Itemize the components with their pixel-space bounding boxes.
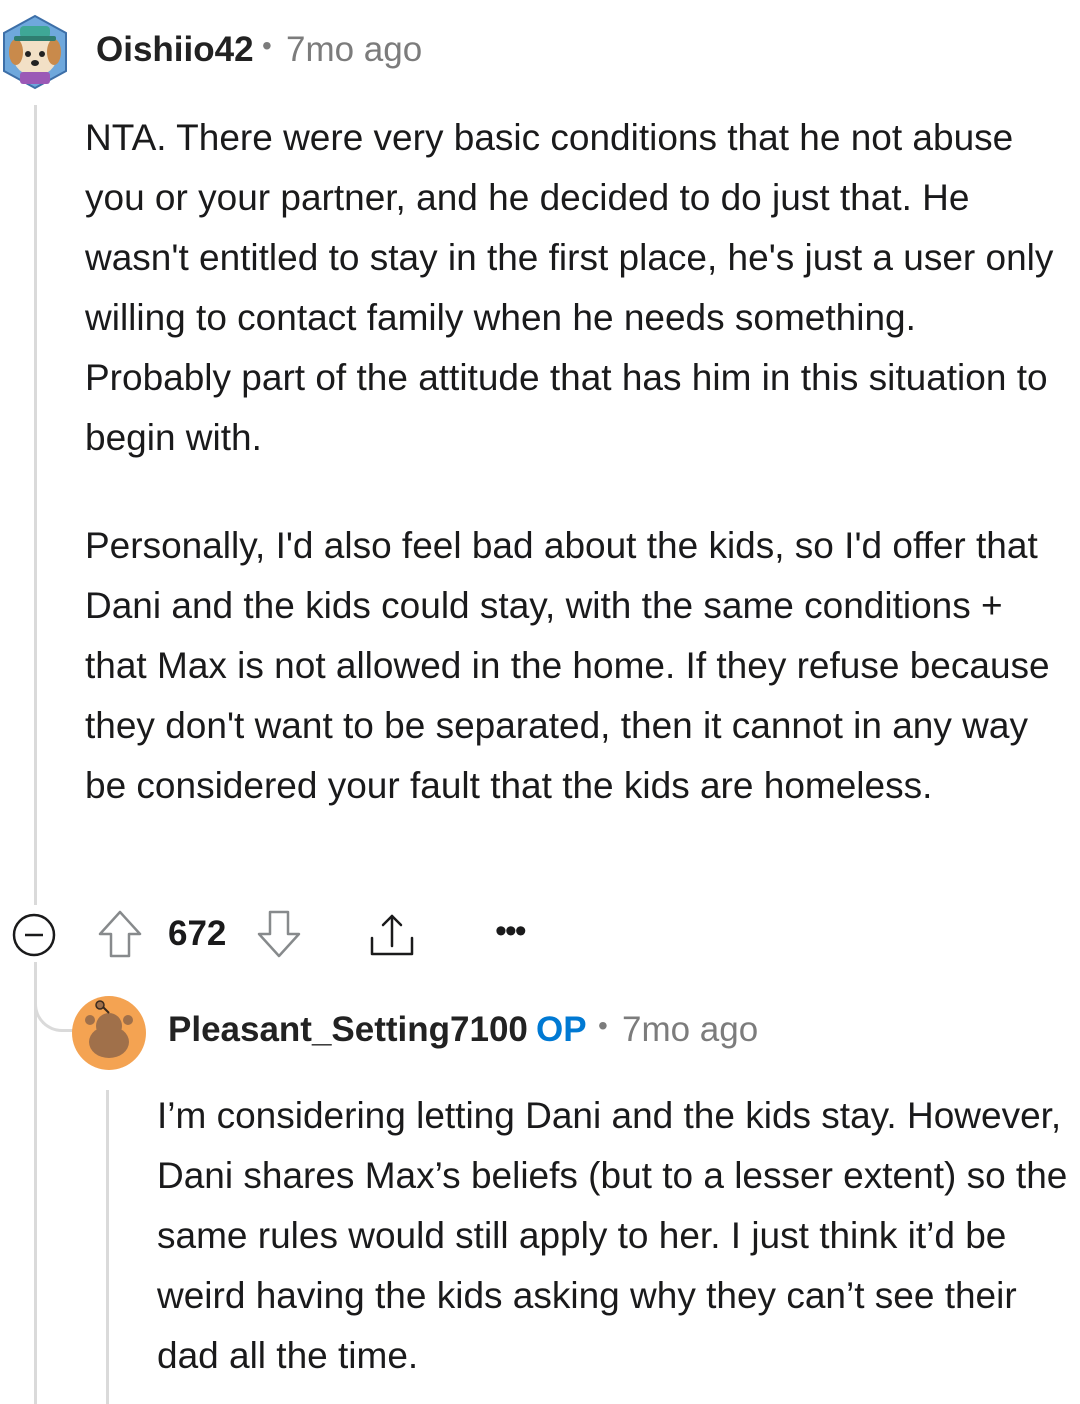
- thread-line-reply: [106, 1090, 109, 1404]
- thread-line-main: [34, 105, 37, 905]
- comment-timestamp: 7mo ago: [286, 30, 423, 69]
- reply-username[interactable]: Pleasant_Setting7100: [168, 1010, 528, 1050]
- comment-paragraph: NTA. There were very basic conditions th…: [85, 117, 1054, 458]
- more-options-button[interactable]: •••: [495, 912, 527, 951]
- reply-user-avatar[interactable]: [72, 996, 146, 1070]
- reply-paragraph: I’m considering letting Dani and the kid…: [157, 1095, 1068, 1376]
- vote-count: 672: [168, 914, 227, 953]
- collapse-minus-icon: [12, 913, 56, 957]
- upvote-arrow-icon: [98, 910, 142, 958]
- thread-line-continuation: [34, 962, 37, 1404]
- upvote-button[interactable]: [95, 906, 145, 962]
- reply-meta-separator: •: [598, 1010, 608, 1041]
- comment-paragraph: Personally, I'd also feel bad about the …: [85, 525, 1050, 806]
- user-avatar[interactable]: [0, 12, 70, 92]
- downvote-arrow-icon: [257, 910, 301, 958]
- share-button[interactable]: [362, 906, 422, 962]
- meta-separator: •: [262, 30, 272, 61]
- op-badge: OP: [536, 1010, 587, 1049]
- reply-timestamp: 7mo ago: [622, 1010, 759, 1049]
- thread-branch-connector: [34, 990, 74, 1032]
- downvote-button[interactable]: [254, 906, 304, 962]
- collapse-thread-button[interactable]: [12, 913, 56, 957]
- comment-username[interactable]: Oishiio42: [96, 30, 254, 70]
- comment-body: NTA. There were very basic conditions th…: [85, 108, 1065, 816]
- share-icon: [370, 914, 414, 956]
- reply-body: I’m considering letting Dani and the kid…: [157, 1086, 1072, 1386]
